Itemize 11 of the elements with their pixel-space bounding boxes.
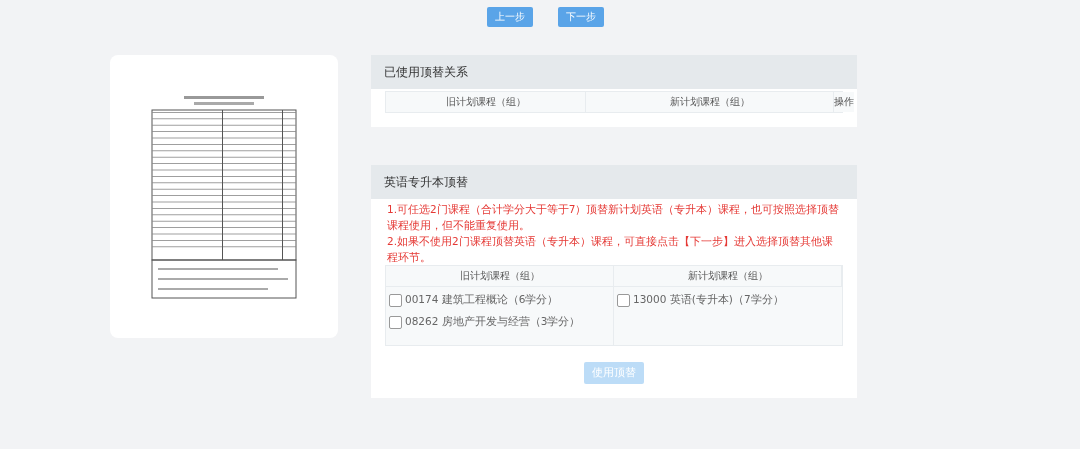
course-checkbox[interactable]: 08262 房地产开发与经营（3学分） bbox=[389, 311, 610, 333]
instruction-text: 1.可任选2门课程（合计学分大于等于7）顶替新计划英语（专升本）课程，也可按照选择顶替课程使用，但不能重复使用。 bbox=[386, 202, 841, 233]
column-header: 操作 bbox=[834, 92, 854, 112]
column-header: 新计划课程（组） bbox=[614, 266, 842, 286]
panel-title: 英语专升本顶替 bbox=[384, 173, 468, 191]
course-checkbox[interactable]: 00174 建筑工程概论（6学分） bbox=[389, 289, 610, 311]
column-header: 旧计划课程（组） bbox=[386, 92, 586, 112]
instruction-text: 2.如果不使用2门课程顶替英语（专升本）课程，可直接点击【下一步】进入选择顶替其他课程环节。 bbox=[386, 234, 834, 265]
column-header: 旧计划课程（组） bbox=[386, 266, 614, 286]
column-header: 新计划课程（组） bbox=[586, 92, 834, 112]
panel-title: 已使用顶替关系 bbox=[384, 63, 468, 81]
